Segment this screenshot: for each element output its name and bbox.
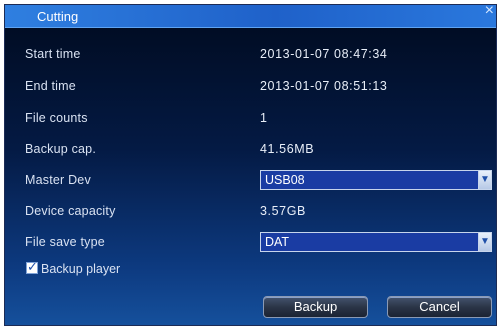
master-dev-select[interactable]: USB08 ▼ [260, 170, 492, 190]
backup-player-label: Backup player [41, 262, 121, 276]
device-capacity-row: Device capacity 3.57GB [5, 201, 496, 223]
start-time-row: Start time 2013-01-07 08:47:34 [5, 44, 496, 66]
dialog-title: Cutting [37, 9, 79, 24]
backup-cap-row: Backup cap. 41.56MB [5, 139, 496, 161]
file-counts-row: File counts 1 [5, 108, 496, 130]
end-time-row: End time 2013-01-07 08:51:13 [5, 76, 496, 98]
close-icon[interactable]: × [485, 2, 494, 20]
master-dev-label: Master Dev [25, 173, 91, 187]
master-dev-selected: USB08 [265, 173, 305, 187]
backup-player-row: ✓ Backup player [5, 259, 496, 281]
start-time-value: 2013-01-07 08:47:34 [260, 47, 388, 61]
backup-player-checkbox[interactable]: ✓ [26, 259, 38, 274]
backup-cap-value: 41.56MB [260, 142, 315, 156]
file-save-type-label: File save type [25, 235, 105, 249]
end-time-value: 2013-01-07 08:51:13 [260, 79, 388, 93]
check-icon: ✓ [27, 259, 38, 274]
chevron-down-icon[interactable]: ▼ [478, 170, 492, 190]
cancel-button[interactable]: Cancel [387, 296, 492, 318]
file-counts-label: File counts [25, 111, 88, 125]
backup-cap-label: Backup cap. [25, 142, 96, 156]
chevron-down-icon[interactable]: ▼ [478, 232, 492, 252]
file-save-type-select[interactable]: DAT ▼ [260, 232, 492, 252]
end-time-label: End time [25, 79, 76, 93]
cutting-dialog: Cutting × Start time 2013-01-07 08:47:34… [4, 2, 497, 326]
device-capacity-label: Device capacity [25, 204, 116, 218]
file-counts-value: 1 [260, 111, 268, 125]
master-dev-row: Master Dev USB08 ▼ [5, 170, 496, 192]
backup-button[interactable]: Backup [263, 296, 368, 318]
file-save-type-selected: DAT [265, 235, 290, 249]
start-time-label: Start time [25, 47, 81, 61]
titlebar: Cutting × [5, 2, 496, 28]
file-save-type-row: File save type DAT ▼ [5, 232, 496, 254]
device-capacity-value: 3.57GB [260, 204, 306, 218]
